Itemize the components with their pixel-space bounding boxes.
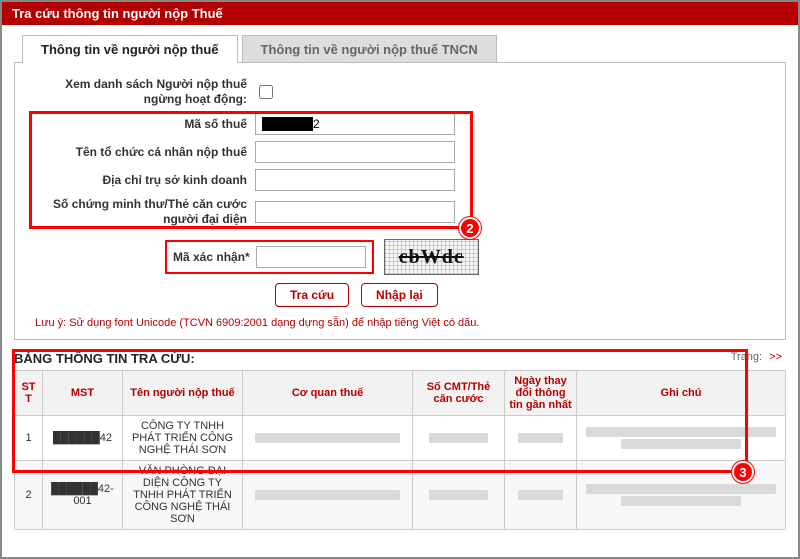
col-cq: Cơ quan thuế	[243, 371, 413, 416]
captcha-label: Mã xác nhận*	[173, 250, 250, 264]
cell-mst: ██████42-001	[43, 461, 123, 530]
results-heading: BẢNG THÔNG TIN TRA CỨU:	[14, 351, 786, 366]
window-title: Tra cứu thông tin người nộp Thuế	[2, 2, 798, 25]
cell-ten: VĂN PHÒNG ĐẠI DIỆN CÔNG TY TNHH PHÁT TRI…	[123, 461, 243, 530]
col-stt: STT	[15, 371, 43, 416]
representative-id-label: Số chứng minh thư/Thẻ căn cước người đại…	[35, 197, 255, 227]
cell-ngay	[505, 461, 577, 530]
cell-ghichu	[577, 461, 786, 530]
inactive-list-checkbox[interactable]	[259, 85, 273, 99]
search-panel: Xem danh sách Người nộp thuế ngừng hoạt …	[14, 62, 786, 340]
cell-ten: CÔNG TY TNHH PHÁT TRIỂN CÔNG NGHỆ THÁI S…	[123, 416, 243, 461]
pager-label: Trang:	[731, 351, 762, 363]
org-name-input[interactable]	[255, 141, 455, 163]
tab-taxpayer-info[interactable]: Thông tin về người nộp thuế	[22, 35, 238, 63]
representative-id-input[interactable]	[255, 201, 455, 223]
callout-3: 3	[732, 461, 754, 483]
captcha-input[interactable]	[256, 246, 366, 268]
reset-button[interactable]: Nhập lại	[361, 283, 438, 307]
cell-stt: 2	[15, 461, 43, 530]
inactive-list-label: Xem danh sách Người nộp thuế ngừng hoạt …	[35, 77, 255, 107]
hq-address-label: Địa chỉ trụ sở kinh doanh	[35, 173, 255, 188]
cell-cmt	[413, 461, 505, 530]
callout-2: 2	[459, 217, 481, 239]
results-header-row: STT MST Tên người nộp thuế Cơ quan thuế …	[15, 371, 786, 416]
col-cmt: Số CMT/Thẻ căn cước	[413, 371, 505, 416]
results-table: STT MST Tên người nộp thuế Cơ quan thuế …	[14, 370, 786, 530]
window: Tra cứu thông tin người nộp Thuế Thông t…	[0, 0, 800, 559]
tab-pit-info[interactable]: Thông tin về người nộp thuế TNCN	[242, 35, 497, 63]
cell-cq	[243, 416, 413, 461]
org-name-label: Tên tổ chức cá nhân nộp thuế	[35, 145, 255, 160]
captcha-box: Mã xác nhận*	[165, 240, 374, 274]
tax-code-label: Mã số thuế	[35, 117, 255, 132]
unicode-font-note: Lưu ý: Sử dụng font Unicode (TCVN 6909:2…	[35, 317, 765, 329]
tab-bar: Thông tin về người nộp thuế Thông tin về…	[22, 35, 798, 63]
results-area: BẢNG THÔNG TIN TRA CỨU: Trang: >> STT MS…	[14, 351, 786, 530]
cell-mst: ██████42	[43, 416, 123, 461]
cell-stt: 1	[15, 416, 43, 461]
hq-address-input[interactable]	[255, 169, 455, 191]
cell-ngay	[505, 416, 577, 461]
col-ngay: Ngày thay đổi thông tin gần nhất	[505, 371, 577, 416]
cell-cq	[243, 461, 413, 530]
pager-next[interactable]: >>	[769, 351, 782, 363]
cell-cmt	[413, 416, 505, 461]
col-ghichu: Ghi chú	[577, 371, 786, 416]
col-ten: Tên người nộp thuế	[123, 371, 243, 416]
search-button[interactable]: Tra cứu	[275, 283, 349, 307]
cell-ghichu	[577, 416, 786, 461]
pager: Trang: >>	[731, 351, 782, 363]
captcha-image: cbWdc	[384, 239, 479, 275]
col-mst: MST	[43, 371, 123, 416]
table-row[interactable]: 1 ██████42 CÔNG TY TNHH PHÁT TRIỂN CÔNG …	[15, 416, 786, 461]
table-row[interactable]: 2 ██████42-001 VĂN PHÒNG ĐẠI DIỆN CÔNG T…	[15, 461, 786, 530]
tax-code-input[interactable]	[255, 113, 455, 135]
